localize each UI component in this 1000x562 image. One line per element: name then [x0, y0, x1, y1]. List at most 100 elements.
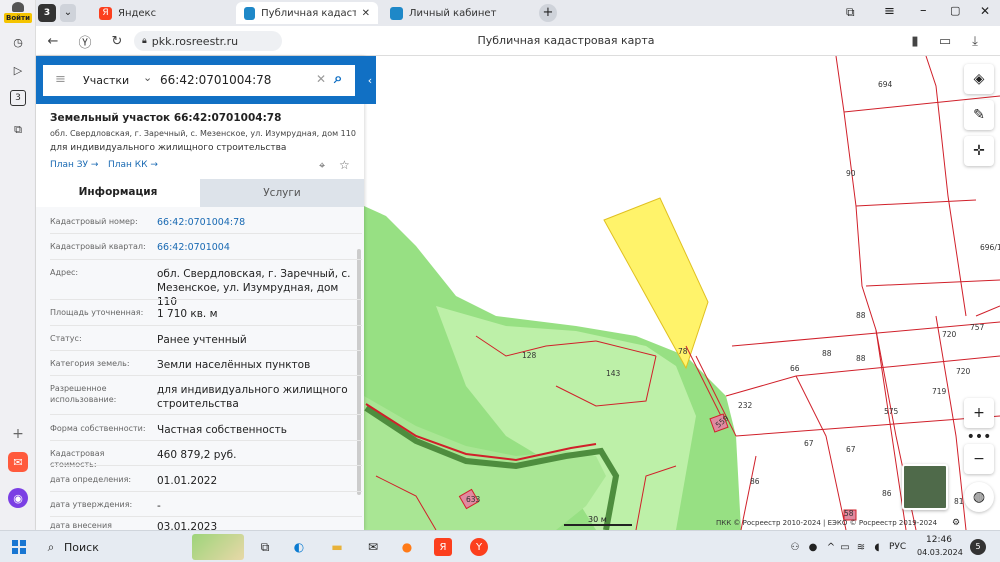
row-value: Ранее учтенный [157, 334, 247, 346]
new-tab-button[interactable]: + [539, 4, 557, 22]
tab-info[interactable]: Информация [36, 179, 200, 207]
parcel-label: 720 [942, 330, 957, 339]
reader-icon[interactable]: ▭ [936, 32, 954, 50]
satellite-thumbnail[interactable] [902, 464, 948, 510]
close-icon[interactable]: ✕ [362, 8, 370, 19]
firefox-icon[interactable]: ● [398, 538, 416, 556]
maximize-icon[interactable]: ▢ [950, 4, 960, 17]
minus-icon: − [973, 451, 985, 467]
yandex-icon: Я [99, 6, 112, 20]
parcel-label: 88 [822, 349, 832, 358]
collapse-panel-button[interactable]: ‹ [364, 56, 376, 104]
clock-time[interactable]: 12:46 [926, 535, 952, 545]
mail-icon[interactable]: ✉ [8, 452, 28, 472]
tab-count: 3 [43, 8, 51, 18]
language-indicator[interactable]: РУС [889, 542, 906, 552]
plan-kk-link[interactable]: План КК → [108, 160, 158, 170]
divider [50, 259, 362, 260]
volume-icon[interactable]: ◖ [868, 538, 886, 556]
url-field[interactable]: 🔒︎ pkk.rosreestr.ru [134, 31, 282, 51]
bookmark-icon[interactable]: ▮ [906, 32, 924, 50]
download-icon[interactable]: ⤓ [966, 32, 984, 50]
divider [50, 516, 362, 517]
parcel-label: 128 [522, 351, 537, 360]
microphone-icon[interactable]: ● [804, 538, 822, 556]
folder-icon[interactable]: ▬ [328, 538, 346, 556]
tab-cabinet[interactable]: Личный кабинет [382, 2, 532, 24]
compass-button[interactable]: ◍ [964, 482, 994, 512]
divider [50, 491, 362, 492]
parcel-label: 143 [606, 369, 621, 378]
row-label: Статус: [50, 334, 82, 343]
menu-icon[interactable]: ≡ [55, 72, 66, 87]
search-input[interactable]: 66:42:0701004:78 [160, 73, 271, 87]
zoom-out-button[interactable]: − [964, 444, 994, 474]
alice-icon[interactable]: ◉ [8, 488, 28, 508]
cadastral-quarter-link[interactable]: 66:42:0701004 [157, 241, 357, 255]
reload-icon[interactable]: ↻ [108, 32, 126, 50]
taskbar-search[interactable]: Поиск [64, 541, 99, 554]
object-address: обл. Свердловская, г. Заречный, с. Мезен… [50, 129, 356, 138]
divider [50, 325, 362, 326]
clock-date[interactable]: 04.03.2024 [917, 548, 963, 557]
clear-icon[interactable]: ✕ [316, 72, 326, 86]
zoom-to-object-icon[interactable]: ⌖ [319, 159, 325, 173]
search-icon[interactable]: ⌕ [334, 69, 342, 87]
notification-count: 5 [975, 542, 981, 551]
info-list: Кадастровый номер: 66:42:0701004:78 Када… [36, 207, 364, 541]
tab-services[interactable]: Услуги [200, 179, 364, 207]
taskbar: ⌕ Поиск ⧉ ◐ ▬ ✉ ● Я Y ⚇ ● ^ ▭ ≋ ◖ РУС 12… [0, 530, 1000, 562]
edge-icon[interactable]: ◐ [290, 538, 308, 556]
measure-button[interactable]: ✎ [964, 100, 994, 130]
screenshot-icon[interactable]: ⧉ [8, 120, 28, 140]
search-category[interactable]: Участки [83, 74, 129, 87]
profile-button[interactable]: Войти [4, 2, 32, 24]
tabs-counter-icon[interactable]: 3 [10, 90, 26, 106]
yandex-browser-icon[interactable]: Y [470, 538, 488, 556]
tab-yandex[interactable]: Я Яндекс [91, 2, 231, 24]
collections-icon[interactable]: ⧉ [846, 5, 855, 20]
chevron-down-icon[interactable]: ⌄ [143, 71, 152, 84]
add-icon[interactable]: + [8, 424, 28, 444]
close-window-icon[interactable]: ✕ [980, 4, 990, 18]
minimize-icon[interactable]: – [920, 3, 927, 18]
tabs-counter-button[interactable]: 3 [38, 4, 56, 22]
notifications-badge[interactable]: 5 [970, 539, 986, 555]
parcel-label: 66 [790, 364, 800, 373]
menu-icon[interactable]: ≡ [884, 4, 895, 19]
row-value: Земли населённых пунктов [157, 359, 311, 371]
star-icon[interactable]: ☆ [339, 158, 350, 172]
tabs-menu-icon[interactable]: ⌄ [60, 4, 76, 22]
parcel-label: 67 [846, 445, 856, 454]
people-icon[interactable]: ⚇ [786, 538, 804, 556]
locate-button[interactable]: ✛ [964, 136, 994, 166]
sidebar-badge-count: 3 [15, 93, 21, 103]
parcel-label: 86 [750, 477, 760, 486]
video-icon[interactable]: ▷ [8, 60, 28, 80]
task-view-icon[interactable]: ⧉ [256, 538, 274, 556]
rosreestr-icon [390, 6, 403, 20]
mail-icon[interactable]: ✉ [364, 538, 382, 556]
search-icon[interactable]: ⌕ [42, 538, 60, 556]
chevron-left-icon: ‹ [367, 73, 373, 87]
map-copyright: ПКК © Росреестр 2010-2024 | ЕЭКО © Росре… [716, 519, 938, 527]
tab-label: Публичная кадастровая [261, 7, 356, 19]
scale-label: 30 м [588, 515, 607, 524]
cadastral-number-link[interactable]: 66:42:0701004:78 [157, 216, 357, 230]
object-title: Земельный участок 66:42:0701004:78 [50, 112, 282, 124]
share-icon[interactable]: ⚙ [952, 518, 960, 528]
parcel-label: 720 [956, 367, 971, 376]
scrollbar[interactable] [357, 249, 361, 495]
history-icon[interactable]: ◷ [8, 32, 28, 52]
search-bar: ≡ Участки ⌄ 66:42:0701004:78 ✕ ⌕ [36, 56, 376, 104]
divider [50, 465, 362, 466]
layers-button[interactable]: ◈ [964, 64, 994, 94]
yandex-logo-icon[interactable]: Ⓨ [76, 32, 94, 51]
plan-zu-link[interactable]: План ЗУ → [50, 160, 98, 170]
back-icon[interactable]: ← [44, 32, 62, 50]
parcel-label: 696/1 [980, 243, 1000, 252]
tab-pkk[interactable]: Публичная кадастровая ✕ [236, 2, 378, 24]
yandex-icon[interactable]: Я [434, 538, 452, 556]
row-label: Кадастровый квартал: [50, 242, 146, 251]
windows-start-icon[interactable] [10, 538, 28, 556]
